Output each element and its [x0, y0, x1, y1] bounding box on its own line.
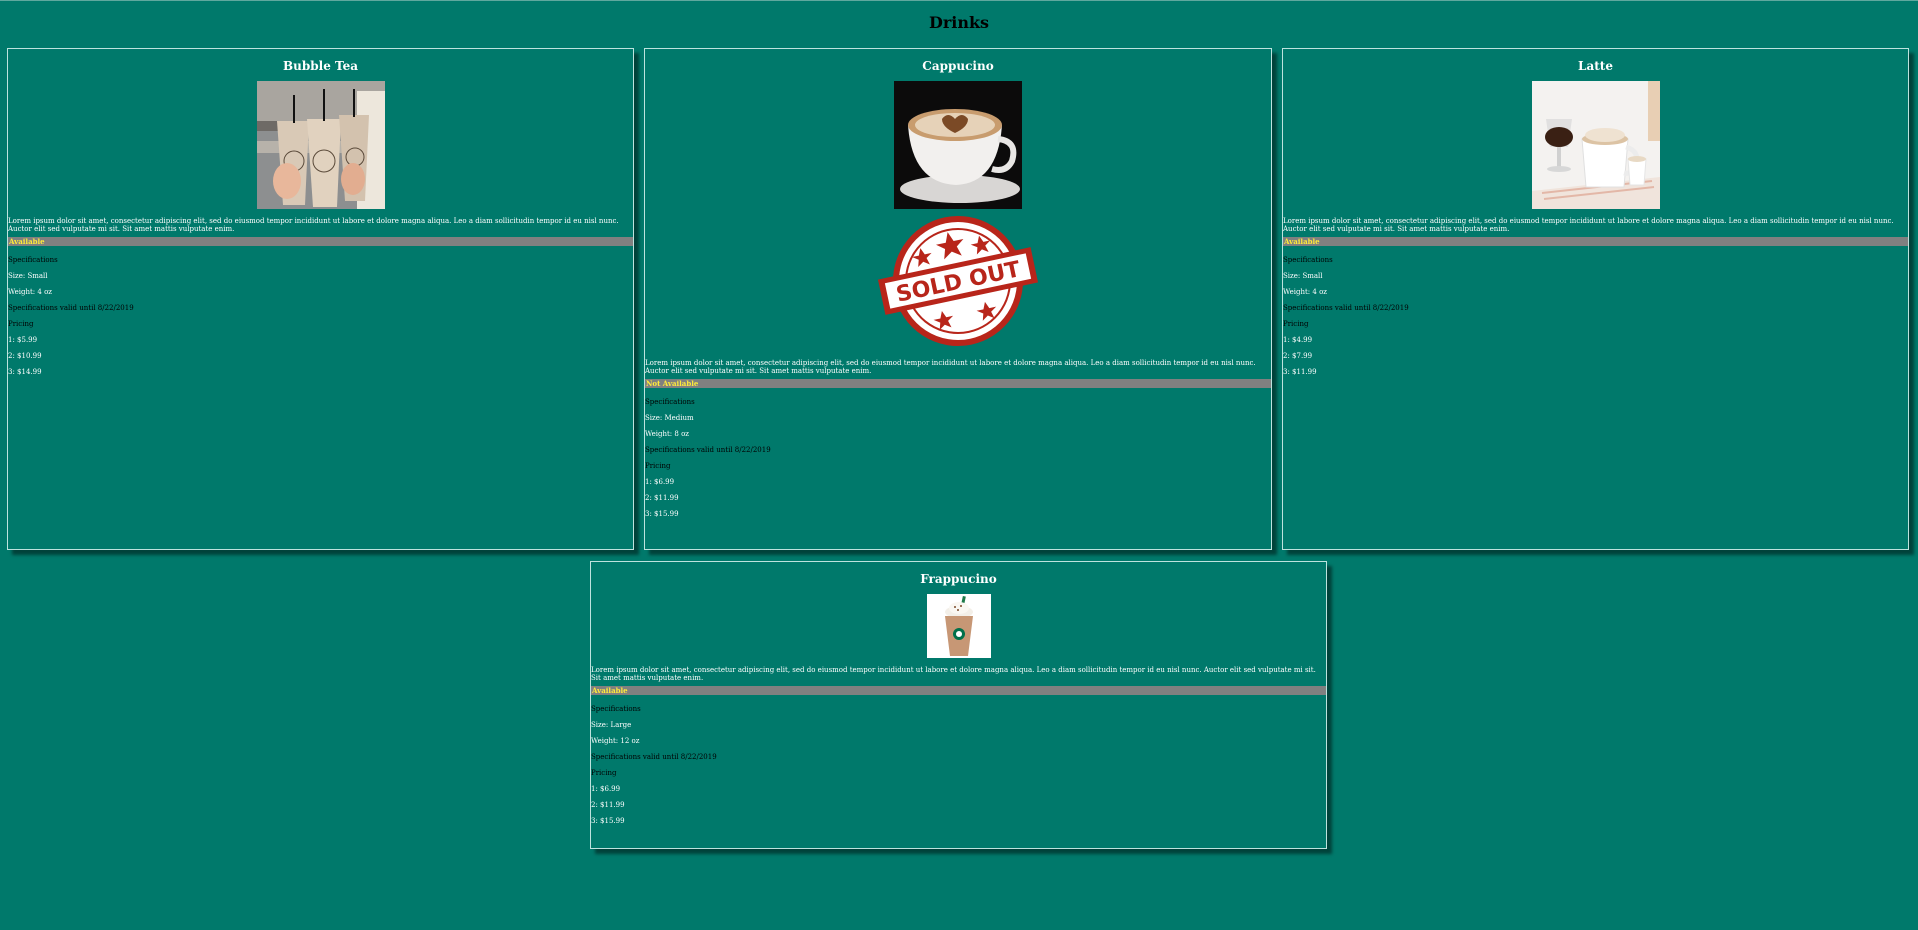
- status-badge: Available: [8, 237, 633, 246]
- status-badge: Available: [1283, 237, 1908, 246]
- price-tier-3: 3: $14.99: [8, 368, 42, 376]
- latte-photo: [1531, 81, 1660, 209]
- specifications-heading: Specifications: [591, 705, 641, 713]
- spec-weight: Weight: 4 oz: [8, 288, 52, 296]
- price-tier-1: 1: $4.99: [1283, 336, 1313, 344]
- price-tier-2: 2: $11.99: [645, 494, 679, 502]
- spec-weight: Weight: 8 oz: [645, 430, 689, 438]
- pricing-heading: Pricing: [591, 769, 617, 777]
- status-badge: Available: [591, 686, 1326, 695]
- spec-valid-until: Specifications valid until 8/22/2019: [591, 753, 717, 761]
- product-title: Bubble Tea: [283, 59, 358, 73]
- pricing-heading: Pricing: [1283, 320, 1309, 328]
- frappucino-photo: [926, 594, 991, 658]
- price-tier-3: 3: $15.99: [591, 817, 625, 825]
- pricing-heading: Pricing: [645, 462, 671, 470]
- price-tier-1: 1: $6.99: [645, 478, 675, 486]
- price-tier-2: 2: $7.99: [1283, 352, 1313, 360]
- spec-size: Size: Small: [8, 272, 48, 280]
- spec-valid-until: Specifications valid until 8/22/2019: [8, 304, 134, 312]
- specifications-heading: Specifications: [645, 398, 695, 406]
- product-description: Lorem ipsum dolor sit amet, consectetur …: [1283, 217, 1894, 233]
- sold-out-stamp: SOLD OUT: [877, 216, 1039, 346]
- spec-size: Size: Small: [1283, 272, 1323, 280]
- product-card-bubble-tea: Bubble Tea Lorem ipsum dolor sit amet, c…: [7, 48, 634, 550]
- price-tier-1: 1: $5.99: [8, 336, 38, 344]
- page-title: Drinks: [928, 13, 990, 32]
- spec-weight: Weight: 12 oz: [591, 737, 640, 745]
- specifications-heading: Specifications: [8, 256, 58, 264]
- product-card-latte: Latte Lorem ipsum dolor sit amet, consec…: [1282, 48, 1909, 550]
- product-title: Cappucino: [922, 59, 994, 73]
- price-tier-3: 3: $11.99: [1283, 368, 1317, 376]
- product-card-cappucino: Cappucino SOLD OUT Lorem ipsum dolor sit…: [644, 48, 1272, 550]
- spec-size: Size: Large: [591, 721, 632, 729]
- spec-size: Size: Medium: [645, 414, 694, 422]
- spec-valid-until: Specifications valid until 8/22/2019: [645, 446, 771, 454]
- pricing-heading: Pricing: [8, 320, 34, 328]
- bubble-tea-photo: [256, 81, 385, 209]
- price-tier-2: 2: $11.99: [591, 801, 625, 809]
- price-tier-1: 1: $6.99: [591, 785, 621, 793]
- price-tier-2: 2: $10.99: [8, 352, 42, 360]
- status-badge: Not Available: [645, 379, 1271, 388]
- spec-weight: Weight: 4 oz: [1283, 288, 1327, 296]
- product-description: Lorem ipsum dolor sit amet, consectetur …: [8, 217, 619, 233]
- product-description: Lorem ipsum dolor sit amet, consectetur …: [591, 666, 1316, 682]
- product-card-frappucino: Frappucino Lorem ipsum dolor sit amet, c…: [590, 561, 1327, 849]
- product-description: Lorem ipsum dolor sit amet, consectetur …: [645, 359, 1256, 375]
- cappucino-photo: [894, 81, 1022, 209]
- product-title: Latte: [1578, 59, 1613, 73]
- price-tier-3: 3: $15.99: [645, 510, 679, 518]
- spec-valid-until: Specifications valid until 8/22/2019: [1283, 304, 1409, 312]
- specifications-heading: Specifications: [1283, 256, 1333, 264]
- product-title: Frappucino: [920, 572, 997, 586]
